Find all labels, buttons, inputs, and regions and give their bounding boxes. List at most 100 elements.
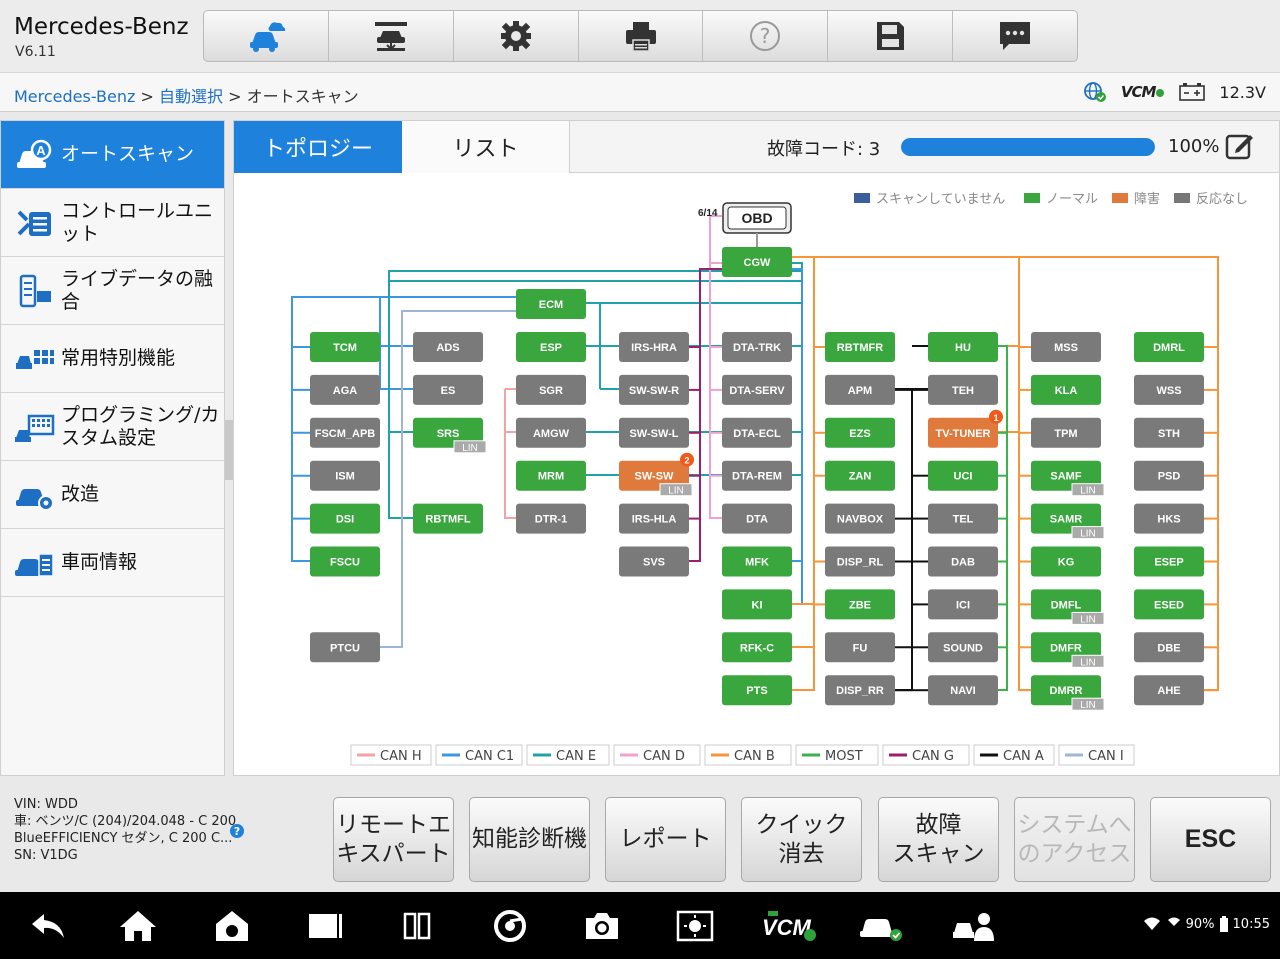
ecu-node-apm[interactable]: APM (825, 374, 895, 405)
ecu-node-psd[interactable]: PSD (1134, 460, 1204, 491)
ecu-node-kla[interactable]: KLA (1031, 374, 1101, 405)
ecu-node-hks[interactable]: HKS (1134, 503, 1204, 534)
camera-button[interactable] (582, 906, 622, 946)
ecu-node-sound[interactable]: SOUND (928, 632, 998, 663)
ecu-node-sth[interactable]: STH (1134, 417, 1204, 448)
sidebar-item-programming[interactable]: プログラミング/カスタム設定 (1, 393, 224, 461)
brightness-button[interactable] (675, 906, 715, 946)
save-button[interactable] (828, 11, 954, 61)
ecu-node-navi[interactable]: NAVI (928, 675, 998, 706)
fault-scan-button[interactable]: 故障 スキャン (878, 797, 999, 882)
sidebar-item-control-unit[interactable]: コントロールユニット (1, 189, 224, 257)
vehicle-help-icon[interactable]: ? (230, 824, 244, 838)
tab-topology[interactable]: トポロジー (234, 121, 402, 173)
breadcrumb-auto-select[interactable]: 自動選択 (159, 87, 223, 106)
ecu-node-tv-tuner[interactable]: TV-TUNER1 (928, 409, 1003, 448)
ecu-node-dta[interactable]: DTA (722, 503, 792, 534)
ecu-node-amgw[interactable]: AMGW (516, 417, 586, 448)
vehicle-connection-button[interactable] (858, 906, 906, 946)
settings-button[interactable] (454, 11, 579, 61)
ecu-node-dmfl[interactable]: DMFL LIN (1031, 589, 1105, 625)
ecu-node-dtr-1[interactable]: DTR-1 (516, 503, 586, 534)
ecu-node-rbtmfl[interactable]: RBTMFL (413, 503, 483, 534)
ecu-node-tel[interactable]: TEL (928, 503, 998, 534)
sidebar-item-special-function[interactable]: 常用特別機能 (1, 325, 224, 393)
ecu-node-disp-rr[interactable]: DISP_RR (825, 675, 895, 706)
message-button[interactable] (953, 11, 1077, 61)
tab-list[interactable]: リスト (402, 121, 570, 173)
ecu-node-dta-trk[interactable]: DTA-TRK (722, 332, 792, 362)
ecu-node-sw-sw[interactable]: SW-SW LIN 2 (619, 452, 694, 497)
ecu-node-sw-sw-l[interactable]: SW-SW-L (619, 417, 689, 448)
ecu-node-navbox[interactable]: NAVBOX (825, 503, 895, 534)
technician-button[interactable] (952, 906, 996, 946)
ecu-node-dta-rem[interactable]: DTA-REM (722, 460, 792, 491)
ecu-node-fscu[interactable]: FSCU (310, 546, 380, 577)
edit-button[interactable] (1224, 131, 1256, 165)
sidebar-item-live-data[interactable]: ライブデータの融合 (1, 257, 224, 325)
android-home-button[interactable] (212, 906, 252, 946)
ecu-node-mfk[interactable]: MFK (722, 546, 792, 577)
ecu-node-ism[interactable]: ISM (310, 460, 380, 491)
ecu-node-irs-hra[interactable]: IRS-HRA (619, 332, 689, 362)
ecu-node-teh[interactable]: TEH (928, 374, 998, 405)
ecu-node-disp-rl[interactable]: DISP_RL (825, 546, 895, 577)
report-button[interactable]: レポート (605, 797, 726, 882)
ecu-node-ki[interactable]: KI (722, 589, 792, 620)
ecu-node-fscm-apb[interactable]: FSCM_APB (310, 417, 380, 448)
ecu-node-dab[interactable]: DAB (928, 546, 998, 577)
remote-expert-button[interactable]: リモートエ キスパート (333, 797, 454, 882)
sidebar-item-vehicle-info[interactable]: 車両情報 (1, 529, 224, 597)
quick-clear-button[interactable]: クイック 消去 (741, 797, 862, 882)
back-button[interactable] (28, 906, 68, 946)
ecu-node-ads[interactable]: ADS (413, 332, 483, 362)
vcm-button[interactable]: VCM (760, 906, 818, 946)
ecu-node-dmrl[interactable]: DMRL (1134, 332, 1204, 362)
ecu-node-ahe[interactable]: AHE (1134, 675, 1204, 706)
ecu-node-esp[interactable]: ESP (516, 332, 586, 362)
ecu-node-aga[interactable]: AGA (310, 374, 380, 405)
ecu-node-mss[interactable]: MSS (1031, 332, 1101, 362)
sidebar-item-auto-scan[interactable]: A オートスキャン (1, 121, 224, 189)
ecu-node-rbtmfr[interactable]: RBTMFR (825, 332, 895, 362)
ecu-node-srs[interactable]: SRSLIN (413, 417, 487, 454)
ecu-node-dmfr[interactable]: DMFR LIN (1031, 632, 1105, 668)
ecu-node-samr[interactable]: SAMR LIN (1031, 503, 1105, 540)
ecu-node-tcm[interactable]: TCM (310, 332, 380, 362)
system-access-button[interactable]: システムへ のアクセス (1014, 797, 1135, 882)
ecu-node-zan[interactable]: ZAN (825, 460, 895, 491)
esc-button[interactable]: ESC (1150, 797, 1271, 882)
ecu-node-irs-hla[interactable]: IRS-HLA (619, 503, 689, 534)
ecu-node-mrm[interactable]: MRM (516, 460, 586, 491)
print-button[interactable] (579, 11, 704, 61)
browser-button[interactable] (490, 906, 530, 946)
ecu-node-ezs[interactable]: EZS (825, 417, 895, 448)
ecu-node-sw-sw-r[interactable]: SW-SW-R (619, 374, 689, 405)
home-button[interactable] (118, 906, 158, 946)
ecu-node-sgr[interactable]: SGR (516, 374, 586, 405)
ecu-node-esed[interactable]: ESED (1134, 589, 1204, 620)
ecu-node-zbe[interactable]: ZBE (825, 589, 895, 620)
ecu-node-dmrr[interactable]: DMRR LIN (1031, 675, 1105, 711)
ecu-node-uci[interactable]: UCI (928, 460, 998, 491)
ecu-node-esep[interactable]: ESEP (1134, 546, 1204, 577)
ecu-node-hu[interactable]: HU (928, 332, 998, 362)
ecu-node-dta-serv[interactable]: DTA-SERV (722, 374, 792, 405)
ecu-node-cgw[interactable]: CGW (722, 247, 792, 277)
ecu-node-ici[interactable]: ICI (928, 589, 998, 620)
lift-button[interactable] (329, 11, 454, 61)
ecu-node-wss[interactable]: WSS (1134, 374, 1204, 405)
ecu-node-dbe[interactable]: DBE (1134, 632, 1204, 663)
ecu-node-pts[interactable]: PTS (722, 675, 792, 706)
ecu-node-kg[interactable]: KG (1031, 546, 1101, 577)
ecu-node-samf[interactable]: SAMF LIN (1031, 460, 1105, 497)
breadcrumb-mercedes[interactable]: Mercedes-Benz (14, 87, 135, 106)
help-button[interactable]: ? (703, 11, 829, 61)
ecu-node-tpm[interactable]: TPM (1031, 417, 1101, 448)
ecu-node-ptcu[interactable]: PTCU (310, 632, 380, 663)
smart-diagnosis-button[interactable]: 知能診断機 (469, 797, 590, 882)
ecu-node-fu[interactable]: FU (825, 632, 895, 663)
ecu-node-dta-ecl[interactable]: DTA-ECL (722, 417, 792, 448)
ecu-node-ecm[interactable]: ECM (516, 289, 586, 319)
ecu-node-rfk-c[interactable]: RFK-C (722, 632, 792, 663)
